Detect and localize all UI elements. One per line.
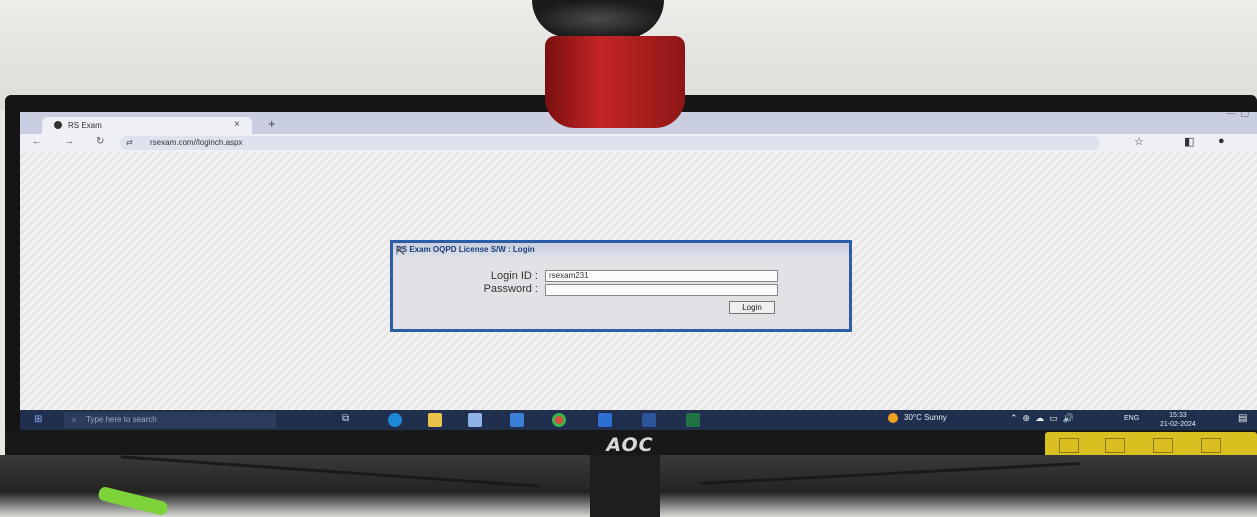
chrome-icon[interactable] [552, 413, 566, 427]
search-placeholder: Type here to search [86, 415, 157, 424]
taskbar-search[interactable]: ⌕ Type here to search [64, 412, 276, 428]
notification-icon[interactable]: ▤ [1238, 413, 1252, 427]
taskbar-clock[interactable]: 15:33 21-02-2024 [1160, 411, 1196, 429]
dialog-title-bar: RS Exam OQPD License S/W : Login ⇱ [393, 243, 849, 258]
webcam-lens [532, 0, 664, 38]
password-field[interactable] [545, 284, 778, 296]
tab-close-icon[interactable]: × [234, 119, 240, 130]
screen: RS Exam × + — ▢ ← → ↻ ⇄ rsexam.com//logi… [20, 112, 1257, 430]
site-info-icon[interactable]: ⇄ [126, 138, 136, 148]
login-button[interactable]: Login [729, 301, 775, 314]
web-page: RS Exam OQPD License S/W : Login ⇱ Login… [20, 152, 1257, 410]
monitor-button [1201, 438, 1221, 453]
dialog-title: RS Exam OQPD License S/W : Login [396, 245, 535, 254]
profile-icon[interactable]: ● [1218, 135, 1225, 147]
file-explorer-icon[interactable] [428, 413, 442, 427]
back-icon[interactable]: ← [32, 136, 42, 147]
clock-date: 21-02-2024 [1160, 421, 1196, 428]
forward-icon[interactable]: → [64, 136, 74, 147]
monitor-stand [590, 455, 660, 517]
store-icon[interactable] [468, 413, 482, 427]
search-icon: ⌕ [72, 415, 77, 424]
login-id-field[interactable]: rsexam231 [545, 270, 778, 282]
language-indicator[interactable]: ENG [1124, 415, 1139, 422]
reload-icon[interactable]: ↻ [96, 136, 104, 147]
password-label: Password : [483, 283, 538, 295]
monitor-button [1153, 438, 1173, 453]
taskbar: ⊞ ⌕ Type here to search ⧉ 30°C Sunny ⌃ ⊕… [20, 410, 1257, 430]
weather-widget[interactable]: 30°C Sunny [888, 413, 947, 423]
browser-toolbar: ← → ↻ ⇄ rsexam.com//loginch.aspx ☆ ◧ ● [20, 134, 1257, 152]
tab-title: RS Exam [68, 121, 102, 130]
address-bar[interactable]: ⇄ rsexam.com//loginch.aspx [120, 136, 1100, 150]
login-dialog: RS Exam OQPD License S/W : Login ⇱ Login… [390, 240, 852, 332]
monitor-button [1105, 438, 1125, 453]
sidebar-icon[interactable]: ◧ [1184, 135, 1194, 148]
windows-start-icon[interactable]: ⊞ [34, 414, 46, 426]
site-favicon-icon [54, 121, 62, 129]
weather-text: 30°C Sunny [904, 413, 947, 423]
system-tray-icons[interactable]: ⌃ ⊕ ☁ ▭ 🔊 [1010, 413, 1074, 424]
bookmark-star-icon[interactable]: ☆ [1134, 135, 1144, 148]
edge-icon[interactable] [388, 413, 402, 427]
mouse-cursor-icon: ⇱ [396, 246, 406, 258]
task-view-icon[interactable]: ⧉ [342, 413, 356, 427]
new-tab-button[interactable]: + [268, 116, 276, 131]
photos-icon[interactable] [598, 413, 612, 427]
window-controls[interactable]: — ▢ [1226, 112, 1249, 119]
browser-tab[interactable]: RS Exam × [42, 117, 252, 134]
clock-time: 15:33 [1169, 412, 1187, 419]
sun-icon [888, 413, 898, 423]
word-icon[interactable] [642, 413, 656, 427]
monitor-button [1059, 438, 1079, 453]
mail-icon[interactable] [510, 413, 524, 427]
webcam-clip [545, 36, 685, 128]
login-id-label: Login ID : [490, 270, 538, 282]
url-text: rsexam.com//loginch.aspx [150, 138, 243, 147]
excel-icon[interactable] [686, 413, 700, 427]
